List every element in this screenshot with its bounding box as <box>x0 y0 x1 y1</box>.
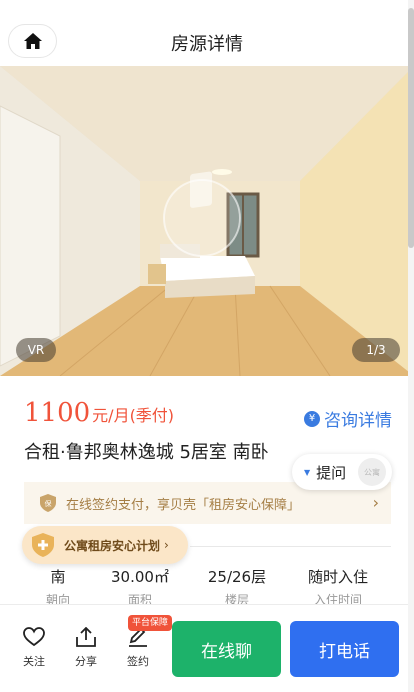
attr-value: 随时入住 <box>307 568 368 586</box>
yuan-icon: ¥ <box>304 410 320 427</box>
platform-guarantee-badge: 平台保障 <box>128 615 173 631</box>
header: 房源详情 <box>0 0 414 66</box>
plan-label: 公寓租房安心计划 <box>64 538 161 553</box>
ask-question-button[interactable]: ▼ 提问 公寓 <box>292 454 392 490</box>
follow-button[interactable]: 关注 <box>14 627 54 669</box>
attr-area: 30.00㎡ 面积 <box>90 566 190 606</box>
triangle-down-icon: ▼ <box>304 467 311 477</box>
price-unit: 元/月(季付) <box>92 406 175 425</box>
shield-plus-icon <box>32 533 54 557</box>
online-chat-button[interactable]: 在线聊 <box>172 621 281 677</box>
divider <box>190 546 391 547</box>
share-button[interactable]: 分享 <box>66 627 106 669</box>
price-amount: 1100 <box>24 398 91 428</box>
chevron-right-icon: › <box>164 538 169 552</box>
agent-avatar: 公寓 <box>358 458 386 486</box>
shield-icon: 保 <box>40 494 56 512</box>
attr-value: 25/26层 <box>207 568 267 586</box>
call-button[interactable]: 打电话 <box>290 621 399 677</box>
price: 1100 元/月(季付) <box>24 398 174 428</box>
house-title: 合租·鲁邦奥林逸城 5居室 南卧 <box>24 442 269 463</box>
svg-text:保: 保 <box>45 499 52 508</box>
consult-label: 咨询详情 <box>324 411 392 431</box>
follow-label: 关注 <box>23 655 45 668</box>
attr-move-in: 随时入住 入住时间 <box>288 566 388 606</box>
sign-label: 签约 <box>127 655 149 668</box>
attr-floor: 25/26层 楼层 <box>187 566 287 606</box>
room-photo[interactable]: VR 1/3 <box>0 66 414 376</box>
chevron-right-icon: › <box>372 493 379 512</box>
photo-counter: 1/3 <box>352 338 400 362</box>
ask-label: 提问 <box>316 463 347 482</box>
room-image <box>0 66 414 376</box>
house-attributes: 南 朝向 30.00㎡ 面积 25/26层 楼层 随时入住 入住时间 <box>0 566 414 606</box>
heart-icon <box>23 627 45 647</box>
attr-value: 30.00㎡ <box>111 568 169 586</box>
sign-button[interactable]: 签约 <box>118 627 158 669</box>
vr-badge[interactable]: VR <box>16 338 56 362</box>
share-icon <box>76 627 96 647</box>
bottom-action-bar: 关注 分享 签约 平台保障 在线聊 打电话 <box>0 604 414 692</box>
share-label: 分享 <box>75 655 97 668</box>
consult-details-link[interactable]: ¥ 咨询详情 <box>304 406 392 431</box>
page-title: 房源详情 <box>171 34 243 55</box>
guarantee-text: 在线签约支付，享贝壳「租房安心保障」 <box>66 497 301 513</box>
safety-plan-tag[interactable]: 公寓租房安心计划 › <box>22 526 188 564</box>
scrollbar-thumb[interactable] <box>408 8 414 248</box>
